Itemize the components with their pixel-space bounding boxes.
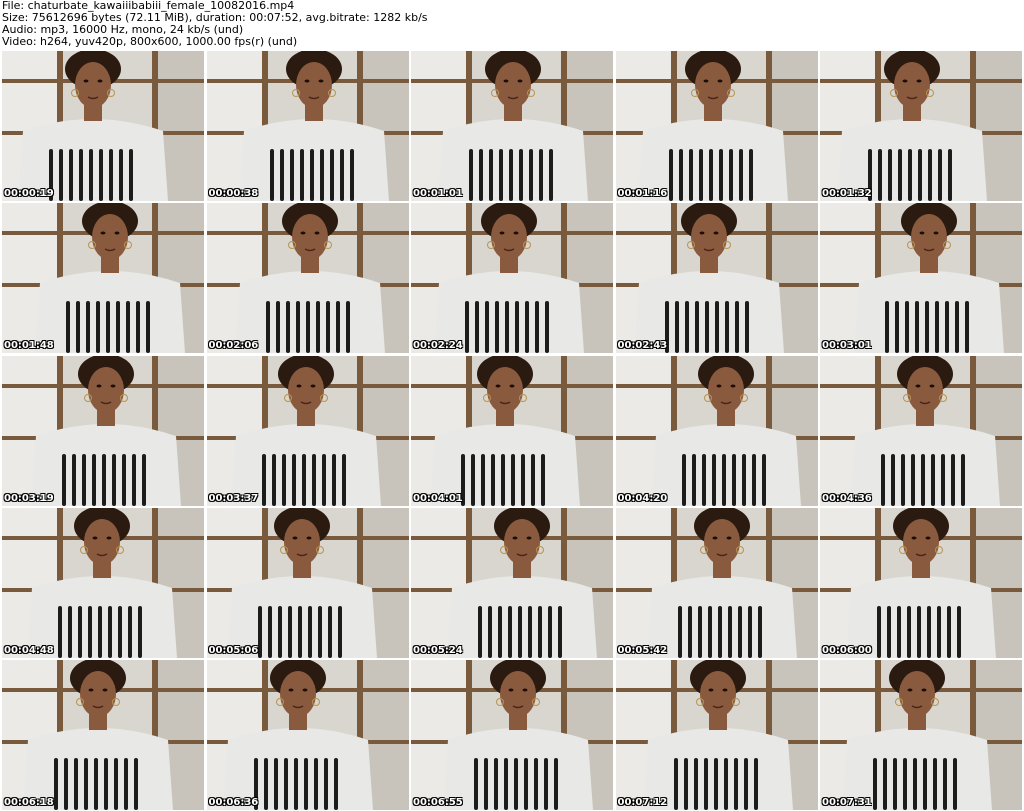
thumbnail-image: [411, 355, 613, 506]
thumbnail-timestamp: 00:05:06: [208, 644, 259, 656]
thumbnail-timestamp: 00:00:19: [4, 188, 54, 199]
thumbnail-image: [411, 507, 613, 658]
video-thumbnail: 00:02:06: [206, 203, 409, 354]
thumbnail-image: [2, 51, 204, 201]
video-thumbnail: 00:04:48: [2, 507, 204, 658]
thumbnail-timestamp: 00:04:36: [822, 492, 872, 504]
thumbnail-image: [206, 660, 409, 810]
thumbnail-timestamp: 00:04:48: [4, 644, 54, 656]
video-thumbnail: 00:03:01: [820, 203, 1022, 354]
video-thumbnail: 00:07:31: [820, 660, 1022, 810]
video-thumbnail: 00:04:01: [411, 355, 613, 506]
thumbnail-image: [615, 660, 818, 810]
video-thumbnail: 00:01:48: [2, 203, 204, 354]
thumbnail-timestamp: 00:04:20: [617, 492, 668, 504]
video-thumbnail: 00:03:37: [206, 355, 409, 506]
thumbnail-timestamp: 00:02:43: [617, 340, 668, 352]
video-thumbnail: 00:02:43: [615, 203, 818, 354]
video-info-line: Video: h264, yuv420p, 800x600, 1000.00 f…: [2, 35, 298, 48]
video-thumbnail: 00:01:32: [820, 51, 1022, 201]
thumbnail-image: [820, 507, 1022, 658]
thumbnail-image: [411, 660, 613, 810]
file-info-header: File: chaturbate_kawaiiibabiii_female_10…: [2, 0, 1022, 50]
thumbnail-image: [411, 51, 613, 201]
thumbnail-timestamp: 00:06:36: [208, 797, 259, 808]
thumbnail-timestamp: 00:00:38: [208, 188, 259, 199]
thumbnail-image: [820, 203, 1022, 354]
thumbnail-timestamp: 00:06:00: [822, 644, 872, 656]
thumbnail-image: [820, 51, 1022, 201]
thumbnail-image: [2, 507, 204, 658]
thumbnail-image: [2, 355, 204, 506]
thumbnail-timestamp: 00:05:24: [413, 644, 463, 656]
thumbnail-image: [2, 660, 204, 810]
thumbnail-image: [206, 355, 409, 506]
thumbnail-timestamp: 00:06:55: [413, 797, 463, 808]
thumbnail-timestamp: 00:07:31: [822, 797, 872, 808]
thumbnail-timestamp: 00:03:19: [4, 492, 54, 504]
thumbnail-timestamp: 00:01:32: [822, 188, 872, 199]
video-thumbnail: 00:05:42: [615, 507, 818, 658]
thumbnail-timestamp: 00:01:16: [617, 188, 668, 199]
video-thumbnail: 00:01:01: [411, 51, 613, 201]
thumbnail-image: [615, 355, 818, 506]
video-thumbnail: 00:00:19: [2, 51, 204, 201]
thumbnail-timestamp: 00:02:24: [413, 340, 463, 352]
thumbnail-timestamp: 00:05:42: [617, 644, 668, 656]
video-thumbnail: 00:00:38: [206, 51, 409, 201]
thumbnail-timestamp: 00:03:01: [822, 340, 872, 352]
video-thumbnail: 00:01:16: [615, 51, 818, 201]
thumbnail-image: [411, 203, 613, 354]
thumbnail-image: [615, 51, 818, 201]
video-thumbnail: 00:06:18: [2, 660, 204, 810]
thumbnail-image: [615, 203, 818, 354]
thumbnail-timestamp: 00:01:48: [4, 340, 54, 352]
thumbnail-timestamp: 00:03:37: [208, 492, 259, 504]
thumbnail-image: [206, 507, 409, 658]
thumbnail-timestamp: 00:04:01: [413, 492, 463, 504]
thumbnail-image: [820, 660, 1022, 810]
thumbnail-timestamp: 00:02:06: [208, 340, 259, 352]
thumbnail-timestamp: 00:01:01: [413, 188, 463, 199]
video-thumbnail: 00:02:24: [411, 203, 613, 354]
video-thumbnail: 00:05:24: [411, 507, 613, 658]
video-thumbnail: 00:05:06: [206, 507, 409, 658]
thumbnail-timestamp: 00:07:12: [617, 797, 668, 808]
thumbnail-image: [820, 355, 1022, 506]
thumbnail-image: [2, 203, 204, 354]
thumbnail-grid: 00:00:19 00:00:38 00:01:01 00:01:16 00:01:32…: [2, 51, 1022, 810]
thumbnail-image: [615, 507, 818, 658]
thumbnail-timestamp: 00:06:18: [4, 797, 54, 808]
thumbnail-image: [206, 51, 409, 201]
video-thumbnail: 00:04:20: [615, 355, 818, 506]
video-thumbnail: 00:06:55: [411, 660, 613, 810]
video-thumbnail: 00:06:36: [206, 660, 409, 810]
video-thumbnail: 00:06:00: [820, 507, 1022, 658]
video-thumbnail: 00:04:36: [820, 355, 1022, 506]
video-thumbnail: 00:07:12: [615, 660, 818, 810]
thumbnail-image: [206, 203, 409, 354]
video-thumbnail: 00:03:19: [2, 355, 204, 506]
